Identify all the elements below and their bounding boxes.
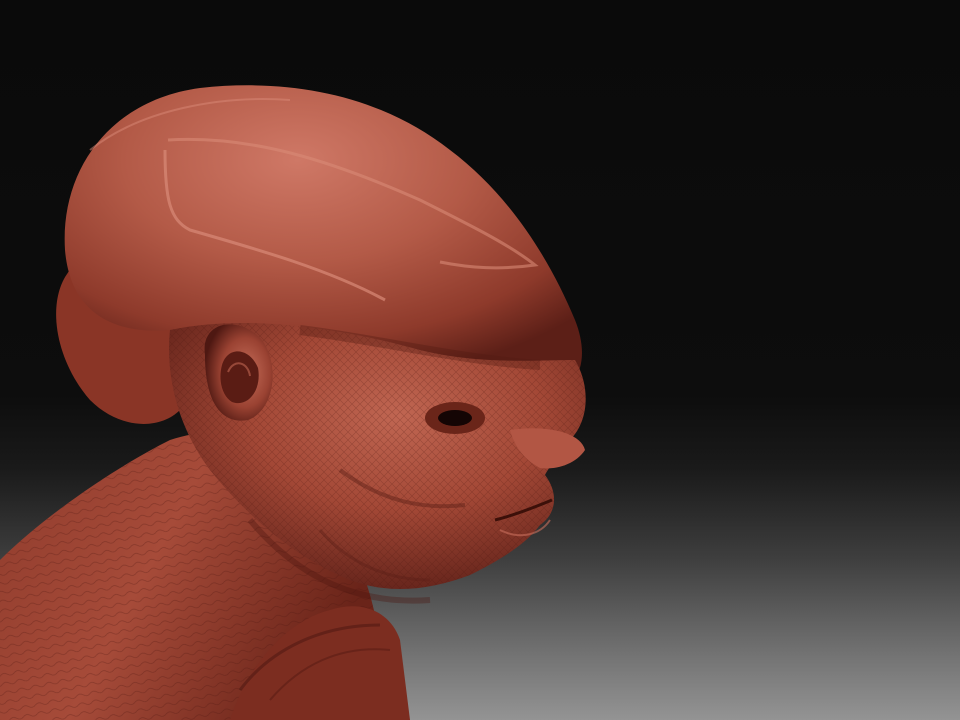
sculpt-render: [0, 85, 960, 720]
sculpt-viewport: [0, 0, 960, 720]
eye-cavity: [438, 410, 472, 426]
